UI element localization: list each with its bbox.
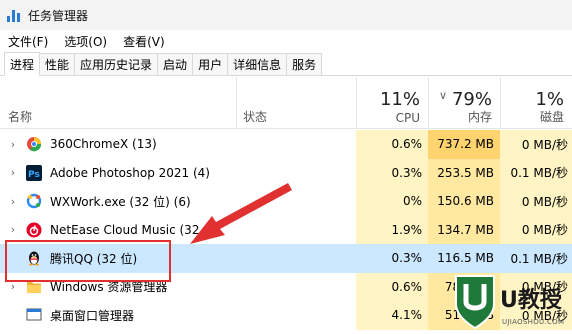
process-status <box>236 273 356 302</box>
wxwork-icon <box>26 193 42 209</box>
disk-total-percent: 1% <box>535 89 564 110</box>
expand-chevron-icon[interactable]: › <box>6 280 20 293</box>
watermark-url: UJIAOSHOU.COM <box>502 318 565 326</box>
process-status <box>236 301 356 330</box>
process-status <box>236 130 356 159</box>
menu-options[interactable]: 选项(O) <box>56 33 115 50</box>
menu-view[interactable]: 查看(V) <box>115 33 173 50</box>
tab-processes[interactable]: 进程 <box>4 52 41 76</box>
process-name: WXWork.exe (32 位) (6) <box>50 194 191 209</box>
menu-bar: 文件(F) 选项(O) 查看(V) <box>0 30 572 52</box>
tab-app-history[interactable]: 应用历史记录 <box>74 53 159 75</box>
process-disk: 0.1 MB/秒 <box>500 244 572 273</box>
process-cpu: 0.6% <box>356 130 428 159</box>
watermark-brand: U教授 <box>500 288 562 313</box>
process-disk: 0 MB/秒 <box>500 215 572 244</box>
process-name: 桌面窗口管理器 <box>50 308 135 323</box>
process-name: Adobe Photoshop 2021 (4) <box>50 165 210 180</box>
process-row[interactable]: › 360ChromeX (13) 0.6% 737.2 MB 0 MB/秒 <box>0 130 572 159</box>
name-column-label: 名称 <box>8 110 33 124</box>
tab-performance[interactable]: 性能 <box>39 53 76 75</box>
process-disk: 0.1 MB/秒 <box>500 158 572 187</box>
process-memory: 116.5 MB <box>428 244 500 273</box>
process-status <box>236 244 356 273</box>
process-memory: 253.5 MB <box>428 158 500 187</box>
tab-startup[interactable]: 启动 <box>157 53 194 75</box>
disk-column-label: 磁盘 <box>539 110 564 124</box>
process-row[interactable]: › WXWork.exe (32 位) (6) 0% 150.6 MB 0 MB… <box>0 187 572 216</box>
chrome-360-icon <box>26 136 42 152</box>
process-cpu: 0.6% <box>356 272 428 301</box>
column-header: 名称 状态 11% CPU ∨ 79% 内存 1% 磁盘 <box>0 77 572 129</box>
process-disk: 0 MB/秒 <box>500 130 572 159</box>
process-memory: 150.6 MB <box>428 187 500 216</box>
expand-chevron-icon[interactable]: › <box>6 166 20 179</box>
process-name: 360ChromeX (13) <box>50 137 157 152</box>
tab-services[interactable]: 服务 <box>286 53 323 75</box>
process-row[interactable]: › Ps Adobe Photoshop 2021 (4) 0.3% 253.5… <box>0 158 572 188</box>
process-memory: 737.2 MB <box>428 130 500 159</box>
task-manager-icon <box>6 7 22 23</box>
status-column-header[interactable]: 状态 <box>236 77 356 129</box>
process-cpu: 1.9% <box>356 215 428 244</box>
memory-total-percent: 79% <box>451 89 492 110</box>
title-bar: 任务管理器 <box>0 0 572 30</box>
memory-column-label: 内存 <box>467 110 492 124</box>
sort-chevron-icon: ∨ <box>439 89 448 102</box>
desktop-window-icon <box>26 307 42 323</box>
tab-strip: 进程 性能 应用历史记录 启动 用户 详细信息 服务 <box>0 52 572 76</box>
process-status <box>236 187 356 216</box>
window-title: 任务管理器 <box>28 8 89 23</box>
process-memory: 134.7 MB <box>428 215 500 244</box>
svg-text:Ps: Ps <box>28 170 40 180</box>
menu-file[interactable]: 文件(F) <box>0 33 56 50</box>
expand-chevron-icon[interactable]: › <box>6 138 20 151</box>
process-cpu: 0% <box>356 187 428 216</box>
status-column-label: 状态 <box>243 110 268 124</box>
tab-details[interactable]: 详细信息 <box>227 53 288 75</box>
photoshop-icon: Ps <box>26 164 42 181</box>
watermark: U教授 UJIAOSHOU.COM <box>448 270 572 334</box>
expand-chevron-icon[interactable]: › <box>6 195 20 208</box>
expand-chevron-icon[interactable]: › <box>6 223 20 236</box>
process-status <box>236 216 356 245</box>
netease-music-icon <box>26 222 42 238</box>
process-cpu: 0.3% <box>356 244 428 273</box>
memory-column-header[interactable]: ∨ 79% 内存 <box>428 77 500 129</box>
process-disk: 0 MB/秒 <box>500 187 572 216</box>
cpu-column-label: CPU <box>395 111 420 125</box>
disk-column-header[interactable]: 1% 磁盘 <box>500 77 572 129</box>
tab-users[interactable]: 用户 <box>192 53 229 75</box>
process-status <box>236 159 356 188</box>
annotation-highlight-box <box>5 240 171 282</box>
cpu-column-header[interactable]: 11% CPU <box>356 77 428 129</box>
process-cpu: 0.3% <box>356 158 428 187</box>
name-column-header[interactable]: 名称 <box>0 77 236 129</box>
process-cpu: 4.1% <box>356 301 428 330</box>
process-name: NetEase Cloud Music (32 <box>50 222 200 237</box>
shield-logo-icon <box>455 275 495 330</box>
cpu-total-percent: 11% <box>379 89 420 110</box>
